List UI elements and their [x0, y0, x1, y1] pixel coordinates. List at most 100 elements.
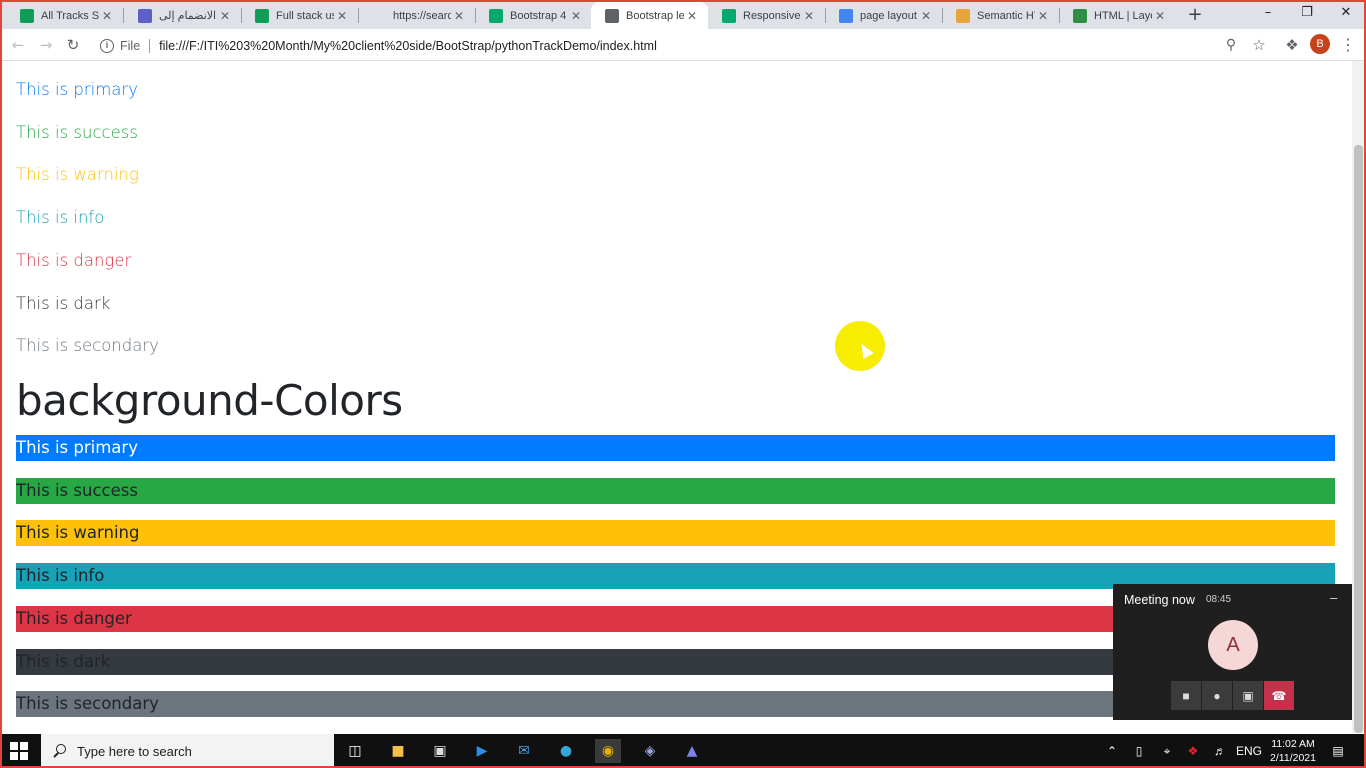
menu-kebab-icon[interactable]: ⋮ [1336, 33, 1360, 57]
minimize-button[interactable]: – [1248, 0, 1288, 28]
tab-title: Semantic HTI [977, 9, 1035, 22]
tab-title: Bootstrap 4 G [510, 9, 568, 22]
tab-title: HTML | Layou [1094, 9, 1152, 22]
tab-title: الانضمام إلى [159, 10, 217, 22]
bg-color-bar: This is primary [16, 435, 1335, 461]
scrollbar-thumb[interactable] [1354, 145, 1363, 733]
tray-chevron-icon[interactable]: ⌃ [1104, 734, 1120, 768]
tab-close-icon[interactable]: ✕ [918, 9, 934, 23]
notifications-icon[interactable]: ▤ [1328, 734, 1348, 768]
tab-6[interactable]: Bootstrap lec ✕ [591, 2, 708, 29]
restore-button[interactable]: ❐ [1287, 0, 1327, 28]
site-info-icon[interactable]: i [100, 38, 114, 53]
bg-color-bar: This is success [16, 477, 1335, 504]
tab-close-icon[interactable]: ✕ [801, 9, 817, 23]
file-explorer-icon[interactable]: ■ [385, 739, 411, 763]
page-heading: background-Colors [16, 376, 403, 425]
tab-close-icon[interactable]: ✕ [451, 9, 467, 23]
text-color-line: This is info [16, 208, 105, 228]
tab-close-icon[interactable]: ✕ [568, 9, 584, 23]
sheets-icon [20, 8, 34, 23]
task-view-icon[interactable]: ◫ [342, 739, 368, 763]
text-color-line: This is warning [16, 165, 139, 185]
store-icon[interactable]: ▣ [427, 739, 453, 763]
hang-up-icon[interactable]: ☎ [1264, 681, 1294, 710]
tab-close-icon[interactable]: ✕ [684, 9, 700, 23]
wifi-icon[interactable]: ⌖ [1158, 734, 1176, 768]
tab-title: All Tracks Sch [41, 9, 99, 22]
w3schools-icon [489, 8, 503, 23]
tab-close-icon[interactable]: ✕ [1035, 9, 1051, 23]
share-screen-icon[interactable]: ▣ [1233, 681, 1263, 710]
taskbar-clock[interactable]: 11:02 AM 2/11/2021 [1262, 737, 1324, 765]
tab-10[interactable]: HTML | Layou✕ [1059, 2, 1176, 29]
zoom-icon[interactable]: ⚲ [1219, 33, 1243, 57]
reload-icon[interactable]: ↻ [61, 33, 85, 57]
language-indicator[interactable]: ENG [1236, 734, 1262, 768]
teams-icon [138, 8, 152, 23]
bookmark-star-icon[interactable]: ☆ [1247, 33, 1271, 57]
chrome-icon[interactable]: ◉ [595, 739, 621, 763]
tab-close-icon[interactable]: ✕ [1152, 9, 1168, 23]
battery-icon[interactable]: ▯ [1130, 734, 1148, 768]
tab-title: Responsive W [743, 9, 801, 22]
w3schools-icon [722, 8, 736, 23]
forward-icon[interactable]: → [34, 33, 58, 57]
meeting-minimize-button[interactable]: – [1330, 590, 1337, 605]
address-bar[interactable]: i File file:///F:/ITI%203%20Month/My%20c… [92, 32, 1276, 59]
vscode-icon[interactable]: ▶ [469, 739, 495, 763]
tab-2[interactable]: الانضمام إلى ✕ [124, 2, 241, 29]
volume-icon[interactable]: ♬ [1211, 734, 1229, 768]
scheme-label: File [120, 38, 141, 53]
google-icon [839, 8, 853, 23]
search-placeholder: Type here to search [77, 743, 192, 759]
back-icon[interactable]: ← [6, 33, 30, 57]
tab-7[interactable]: Responsive W✕ [708, 2, 825, 29]
mail-icon[interactable]: ✉ [511, 739, 537, 763]
tab-close-icon[interactable]: ✕ [99, 9, 115, 23]
meeting-title: Meeting now [1124, 593, 1195, 607]
meeting-time: 08:45 [1206, 594, 1232, 605]
close-window-button[interactable]: ✕ [1326, 0, 1366, 28]
windows-start-icon[interactable] [10, 742, 28, 760]
text-color-line: This is danger [16, 250, 132, 270]
extensions-icon[interactable]: ❖ [1280, 33, 1304, 57]
tab-3[interactable]: Full stack usin✕ [241, 2, 358, 29]
blank-icon [372, 8, 386, 23]
camera-off-icon[interactable]: ■ [1171, 681, 1201, 710]
teams-icon[interactable]: ▲ [679, 739, 705, 763]
text-color-line: This is secondary [16, 336, 159, 356]
taskbar-search-box[interactable]: Type here to search [41, 734, 334, 768]
new-tab-button[interactable]: + [1184, 4, 1206, 26]
tab-close-icon[interactable]: ✕ [334, 9, 350, 23]
bg-color-bar: This is warning [16, 520, 1335, 547]
text-color-line: This is dark [16, 293, 111, 313]
paint-icon[interactable]: ◈ [637, 739, 663, 763]
tab-title: Full stack usin [276, 9, 334, 22]
microphone-icon[interactable]: ● [1202, 681, 1232, 710]
globe-icon [605, 8, 619, 23]
tab-close-icon[interactable]: ✕ [217, 9, 233, 23]
tab-title: page layout h [860, 9, 918, 22]
tab-title: https://search [393, 9, 451, 22]
tab-title: Bootstrap lec [626, 9, 684, 22]
profile-avatar[interactable]: B [1310, 34, 1330, 54]
clock-time: 11:02 AM [1271, 738, 1315, 750]
tab-1[interactable]: All Tracks Sch✕ [6, 2, 123, 29]
meeting-popup: Meeting now 08:45 – A ■ ● ▣ ☎ [1113, 584, 1352, 720]
search-icon [53, 744, 67, 758]
address-divider [149, 38, 151, 53]
edge-icon[interactable]: ● [553, 739, 579, 763]
gfg-icon [1073, 8, 1087, 23]
text-color-line: This is primary [16, 80, 138, 99]
browser-toolbar: ← → ↻ i File file:///F:/ITI%203%20Month/… [0, 29, 1366, 61]
url-text[interactable]: file:///F:/ITI%203%20Month/My%20client%2… [159, 39, 657, 53]
html-icon [956, 8, 970, 23]
tab-4[interactable]: https://search✕ [358, 2, 475, 29]
dropbox-icon[interactable]: ❖ [1184, 734, 1202, 768]
meeting-avatar: A [1208, 620, 1258, 670]
tab-8[interactable]: page layout h✕ [825, 2, 942, 29]
clock-date: 2/11/2021 [1270, 752, 1316, 764]
tab-5[interactable]: Bootstrap 4 G✕ [475, 2, 592, 29]
tab-9[interactable]: Semantic HTI✕ [942, 2, 1059, 29]
